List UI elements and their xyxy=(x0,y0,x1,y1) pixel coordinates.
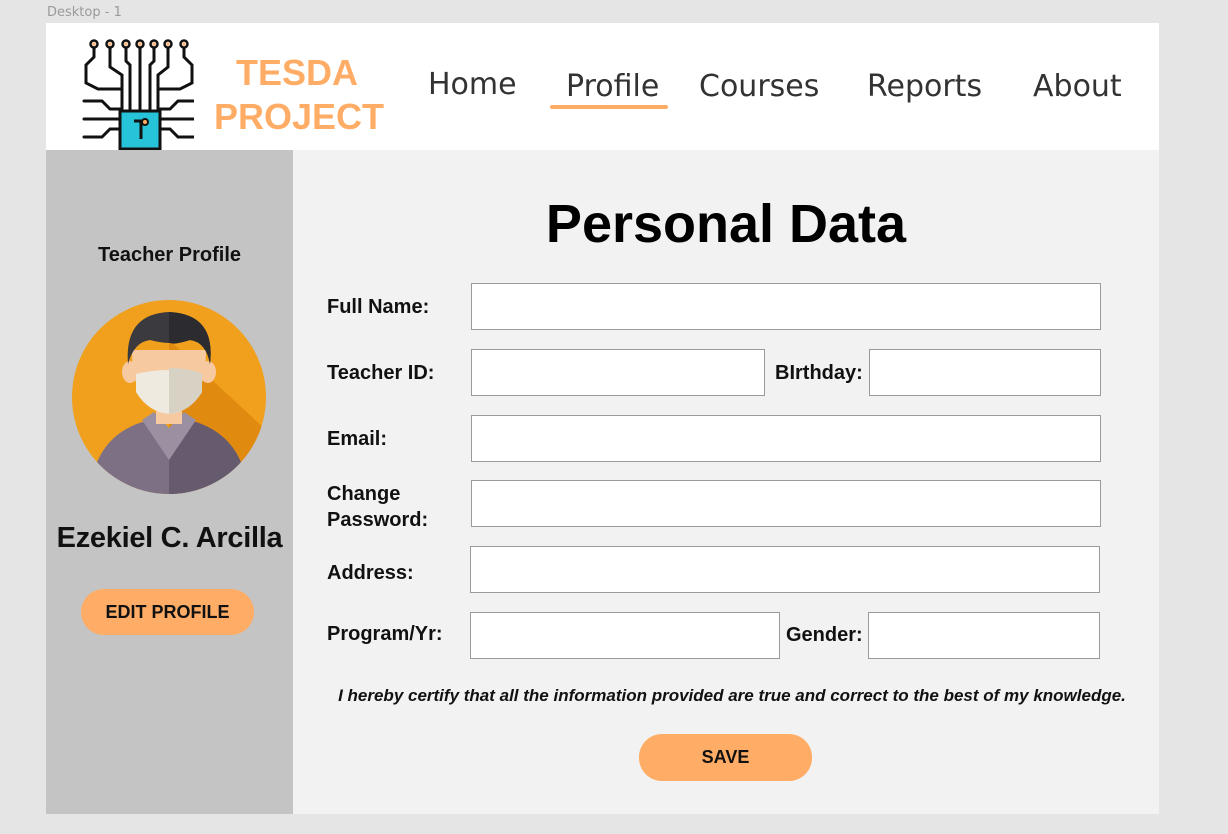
full-name-input[interactable] xyxy=(471,283,1101,330)
profile-sidebar: Teacher Profile Ezekiel C. Arcilla EDIT … xyxy=(46,150,293,814)
email-label: Email: xyxy=(327,428,388,450)
edit-profile-button[interactable]: EDIT PROFILE xyxy=(81,589,254,635)
birthday-label: BIrthday: xyxy=(775,362,863,384)
change-password-label-line-1: Change xyxy=(327,483,401,505)
nav-reports[interactable]: Reports xyxy=(867,69,982,104)
top-header: TESDA PROJECT Home Profile Courses Repor… xyxy=(46,23,1159,151)
program-year-input[interactable] xyxy=(470,612,780,659)
frame-label: Desktop - 1 xyxy=(47,5,122,20)
change-password-label-line-2: Password: xyxy=(327,509,429,531)
page-title: Personal Data xyxy=(545,194,907,254)
program-year-label: Program/Yr: xyxy=(327,623,443,645)
circuit-chip-icon xyxy=(82,39,194,151)
sidebar-title: Teacher Profile xyxy=(97,244,242,266)
brand-line-2: PROJECT xyxy=(214,96,385,137)
teacher-id-label: Teacher ID: xyxy=(327,362,435,384)
birthday-input[interactable] xyxy=(869,349,1101,396)
desktop-frame: TESDA PROJECT Home Profile Courses Repor… xyxy=(46,23,1159,814)
nav-active-underline xyxy=(550,105,668,109)
nav-courses[interactable]: Courses xyxy=(699,69,819,104)
change-password-label: Change Password: xyxy=(327,481,428,533)
gender-label: Gender: xyxy=(786,624,863,646)
change-password-input[interactable] xyxy=(471,480,1101,527)
nav-home[interactable]: Home xyxy=(428,67,517,102)
nav-profile[interactable]: Profile xyxy=(566,69,659,104)
address-input[interactable] xyxy=(470,546,1100,593)
email-input[interactable] xyxy=(471,415,1101,462)
user-name: Ezekiel C. Arcilla xyxy=(56,522,283,554)
gender-input[interactable] xyxy=(868,612,1100,659)
teacher-id-input[interactable] xyxy=(471,349,765,396)
brand-wordmark[interactable]: TESDA PROJECT xyxy=(214,51,385,139)
nav-about[interactable]: About xyxy=(1033,69,1122,104)
address-label: Address: xyxy=(327,562,414,584)
masked-teacher-avatar-icon xyxy=(72,300,266,494)
brand-line-1: TESDA xyxy=(235,52,358,93)
full-name-label: Full Name: xyxy=(327,296,430,318)
certification-statement: I hereby certify that all the informatio… xyxy=(338,686,1126,705)
save-button[interactable]: SAVE xyxy=(639,734,812,781)
